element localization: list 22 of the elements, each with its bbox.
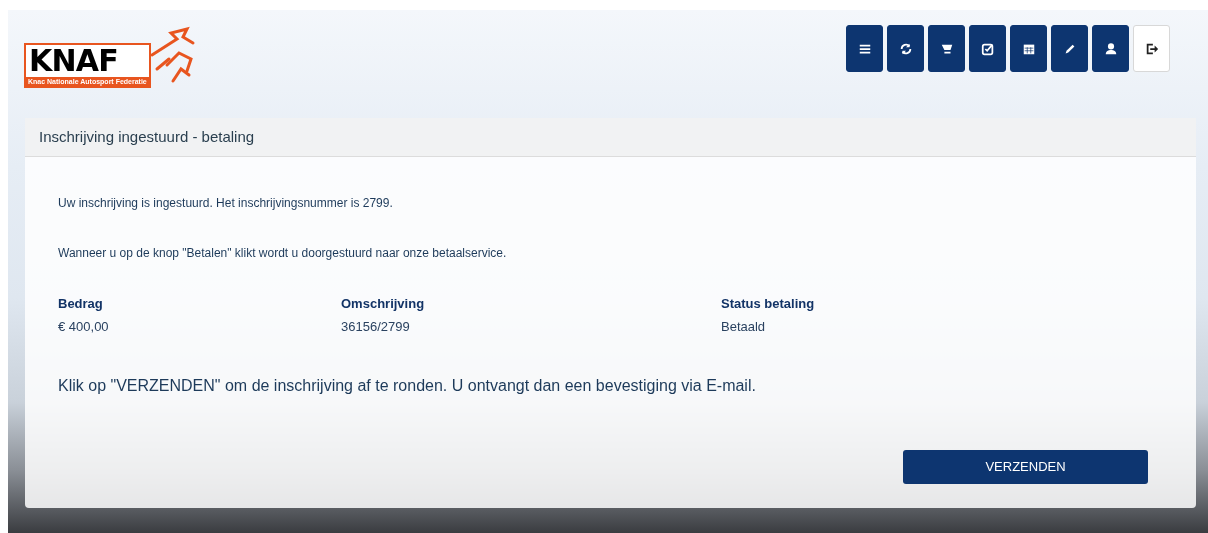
refresh-icon (898, 41, 913, 56)
toolbar-button[interactable] (1092, 25, 1129, 72)
field-label: Status betaling (721, 295, 816, 313)
field-label: Bedrag (58, 295, 104, 313)
field-value: € 400,00 (58, 317, 110, 336)
toolbar-button[interactable] (846, 25, 883, 72)
field-value: 36156/2799 (341, 317, 411, 336)
toolbar-button[interactable] (1010, 25, 1047, 72)
toolbar-button[interactable] (887, 25, 924, 72)
logo-wordmark: KNAF (28, 45, 120, 77)
field-value: Betaald (721, 317, 767, 336)
panel-title: Inschrijving ingestuurd - betaling (25, 118, 1196, 157)
message-text: Uw inschrijving is ingestuurd. Het inschrijvingsnummer is 2799. (58, 195, 394, 211)
send-button[interactable]: VERZENDEN (903, 450, 1148, 484)
logout-icon (1144, 41, 1159, 56)
checkbox-icon (980, 41, 995, 56)
user-icon (1103, 41, 1118, 56)
instruction-text: Klik op "VERZENDEN" om de inschrijving af te ronden. U ontvangt dan een bevestiging via E-mail. (58, 376, 757, 396)
toolbar-button[interactable] (969, 25, 1006, 72)
field-label: Omschrijving (341, 295, 426, 313)
message-text: Wanneer u op de knop "Betalen" klikt wordt u doorgestuurd naar onze betaalservice. (58, 245, 508, 261)
toolbar-button[interactable] (928, 25, 965, 72)
